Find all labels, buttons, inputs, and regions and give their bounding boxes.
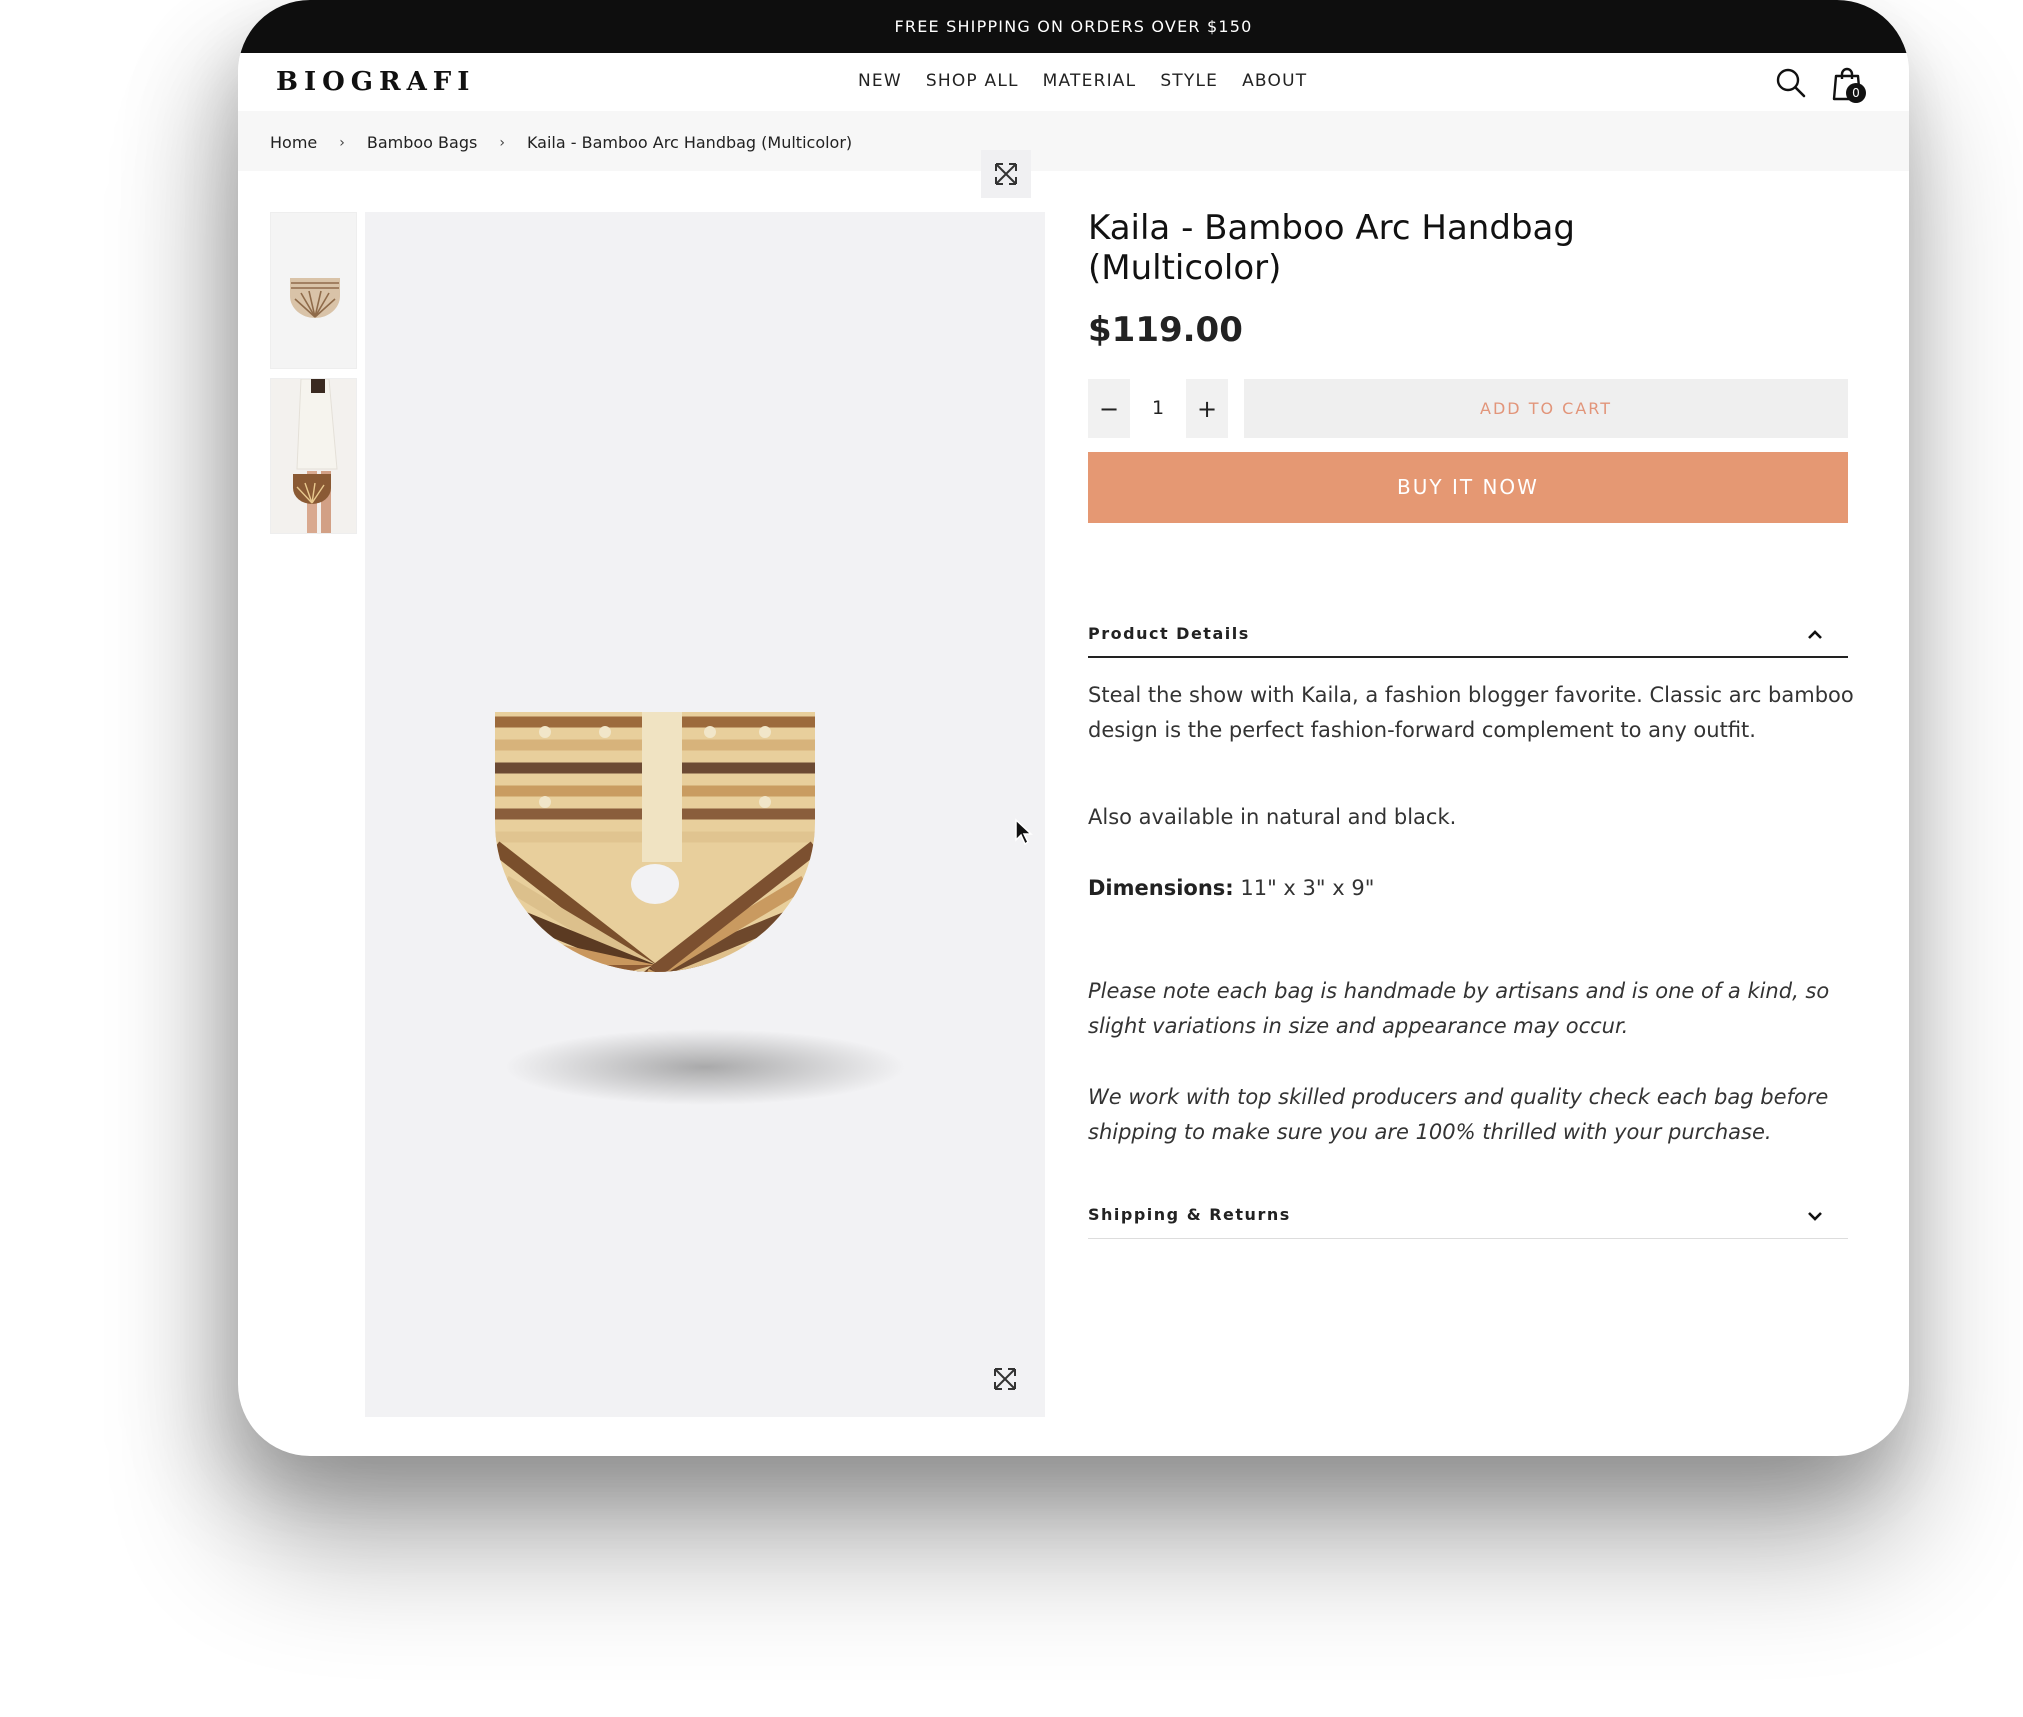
thumbnail-bag[interactable] xyxy=(270,212,357,369)
quality-note: We work with top skilled producers and q… xyxy=(1088,1085,1829,1144)
announcement-bar: FREE SHIPPING ON ORDERS OVER $150 xyxy=(238,0,1909,53)
product-description: Steal the show with Kaila, a fashion blo… xyxy=(1088,683,1854,742)
product-price: $119.00 xyxy=(1088,310,1243,350)
expand-icon[interactable] xyxy=(981,150,1031,198)
mouse-cursor-icon xyxy=(1015,818,1033,846)
dimensions-label: Dimensions: xyxy=(1088,876,1234,900)
zoom-icon[interactable] xyxy=(981,1355,1029,1403)
breadcrumb-home[interactable]: Home xyxy=(270,133,317,152)
quantity-stepper: − 1 + xyxy=(1088,379,1228,438)
site-header: BIOGRAFI NEW SHOP ALL MATERIAL STYLE ABO… xyxy=(238,53,1909,111)
add-to-cart-button[interactable]: ADD TO CART xyxy=(1244,379,1848,438)
buy-it-now-button[interactable]: BUY IT NOW xyxy=(1088,452,1848,523)
product-image[interactable] xyxy=(365,212,1045,1417)
nav-item-material[interactable]: MATERIAL xyxy=(1043,71,1137,91)
availability-note: Also available in natural and black. xyxy=(1088,805,1457,829)
breadcrumb-current: Kaila - Bamboo Arc Handbag (Multicolor) xyxy=(526,133,853,152)
main-nav: NEW SHOP ALL MATERIAL STYLE ABOUT xyxy=(858,71,1307,91)
breadcrumb: Home › Bamboo Bags › Kaila - Bamboo Arc … xyxy=(270,133,852,152)
quantity-decrease-button[interactable]: − xyxy=(1088,379,1130,438)
brand-logo[interactable]: BIOGRAFI xyxy=(276,67,475,97)
chevron-down-icon xyxy=(1808,1212,1822,1221)
handmade-note: Please note each bag is handmade by arti… xyxy=(1088,979,1830,1038)
nav-item-style[interactable]: STYLE xyxy=(1160,71,1218,91)
dimensions-value: 11" x 3" x 9" xyxy=(1240,876,1375,900)
quantity-input[interactable]: 1 xyxy=(1130,379,1186,438)
nav-item-about[interactable]: ABOUT xyxy=(1242,71,1307,91)
cart-count-badge: 0 xyxy=(1846,83,1866,103)
product-title: Kaila - Bamboo Arc Handbag (Multicolor) xyxy=(1088,208,1575,288)
search-icon[interactable] xyxy=(1775,67,1807,99)
accordion-title: Product Details xyxy=(1088,624,1250,643)
accordion-title: Shipping & Returns xyxy=(1088,1205,1291,1224)
quantity-increase-button[interactable]: + xyxy=(1186,379,1228,438)
nav-item-new[interactable]: NEW xyxy=(858,71,902,91)
chevron-up-icon xyxy=(1808,630,1822,639)
device-frame: FREE SHIPPING ON ORDERS OVER $150 BIOGRA… xyxy=(238,0,1909,1456)
product-details-accordion[interactable]: Product Details xyxy=(1088,612,1848,658)
dimensions: Dimensions: 11" x 3" x 9" xyxy=(1088,871,1858,906)
thumbnail-model[interactable] xyxy=(270,378,357,534)
breadcrumb-separator: › xyxy=(339,134,345,151)
breadcrumb-bar: Home › Bamboo Bags › Kaila - Bamboo Arc … xyxy=(238,111,1909,171)
shipping-returns-accordion[interactable]: Shipping & Returns xyxy=(1088,1193,1848,1239)
breadcrumb-collection[interactable]: Bamboo Bags xyxy=(367,133,477,152)
nav-item-shop-all[interactable]: SHOP ALL xyxy=(926,71,1019,91)
breadcrumb-separator: › xyxy=(499,134,505,151)
